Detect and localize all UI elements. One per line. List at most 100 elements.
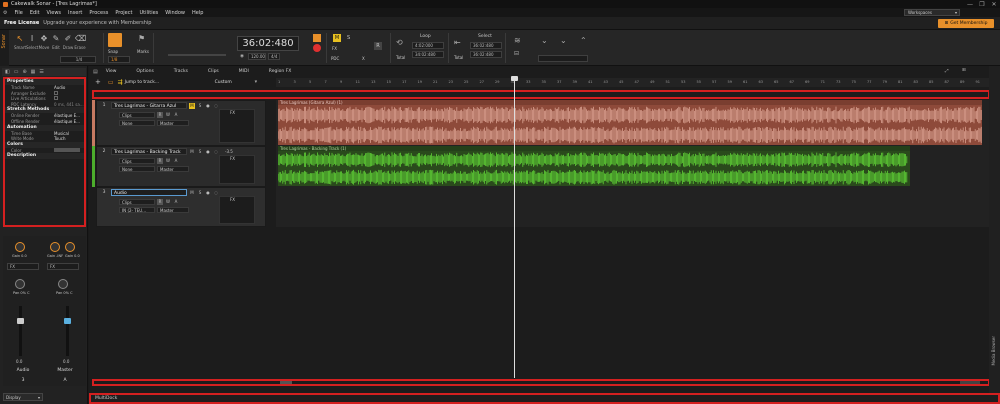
nudge-up-icon[interactable]: ⌃ (580, 36, 587, 45)
read-automation-button[interactable]: R (157, 199, 163, 205)
record-mode-icon[interactable] (313, 44, 321, 52)
gain-knob[interactable] (65, 242, 75, 252)
workspaces-dropdown[interactable]: Workspaces ▾ (904, 9, 960, 16)
menu-process[interactable]: Process (89, 10, 108, 16)
metronome-icon[interactable]: ◉ (240, 54, 244, 59)
snap-value-select[interactable]: 1/8 (108, 56, 130, 63)
x-button[interactable]: X (362, 56, 365, 61)
select-start-field[interactable]: 36:02:480 (470, 42, 502, 49)
time-ruler[interactable]: 1 3 5 7 9 11 13 15 17 19 21 23 25 27 29 31 33 35 37 39 41 43 4… (276, 78, 989, 87)
menu-project[interactable]: Project (115, 10, 132, 16)
solo-button[interactable]: S (197, 149, 203, 155)
tool-erase[interactable]: ⌫ Erase (74, 34, 86, 50)
pan-knob[interactable] (58, 279, 68, 289)
time-display[interactable]: 36:02:480 (237, 36, 299, 51)
mute-all-button[interactable]: M (333, 34, 341, 42)
tv-menu-midi[interactable]: MIDI (239, 69, 249, 74)
mute-button[interactable]: M (189, 102, 195, 109)
aim-assist-icon[interactable]: ⊟ (514, 50, 519, 57)
input-echo-icon[interactable]: ◌ (213, 190, 219, 196)
track-input-select[interactable]: None (119, 120, 155, 126)
menu-help[interactable]: Help (192, 10, 203, 16)
menu-insert[interactable]: Insert (68, 10, 82, 16)
read-automation-button[interactable]: R (157, 112, 163, 118)
track-input-select[interactable]: IN (2- TEU… (119, 207, 155, 213)
track-3[interactable]: 3 Audio M S ● ◌ Clips R W A IN (2- TEU… … (96, 187, 266, 227)
track-mode-select[interactable]: Clips (119, 158, 155, 164)
menu-edit[interactable]: Edit (30, 10, 40, 16)
inspector-tab-track-icon[interactable]: ◧ (5, 69, 10, 75)
input-echo-icon[interactable]: ◌ (213, 149, 219, 155)
tool-smart[interactable]: ↖ Smart (14, 34, 26, 50)
mute-button[interactable]: M (189, 190, 195, 196)
position-slider[interactable] (168, 54, 226, 56)
clip-gitarra-azul[interactable]: Tres Lagrimas (Gitarra Azul) (1) (278, 100, 982, 145)
read-automation-button[interactable]: R (157, 158, 163, 164)
loop-icon[interactable]: ⟲ (396, 38, 403, 47)
input-echo-icon[interactable]: ◌ (213, 103, 219, 109)
record-arm-button[interactable]: R (374, 42, 382, 50)
pdc-button[interactable]: PDC (331, 56, 339, 61)
custom-view-dropdown[interactable]: Custom (215, 80, 255, 85)
arranger-exclude-checkbox[interactable] (54, 90, 58, 95)
close-button[interactable]: ✕ (988, 1, 1000, 8)
display-dropdown[interactable]: Display ▾ (3, 393, 43, 401)
track-output-select[interactable]: Master (157, 207, 189, 213)
tool-draw[interactable]: ✐ Draw (62, 34, 74, 50)
track-fx-bin[interactable]: FX (219, 109, 255, 143)
multidock[interactable]: MultiDock (89, 393, 1000, 404)
nudge-right-icon[interactable]: ⌄ (560, 36, 567, 45)
add-track-icon[interactable]: + (95, 78, 101, 86)
track-name-field[interactable]: Tres Lagrimas - Gitarra Azul (111, 102, 187, 109)
maximize-button[interactable]: ❐ (976, 1, 988, 8)
tv-menu-clips[interactable]: Clips (208, 69, 219, 74)
folder-icon[interactable]: ▭ (108, 79, 114, 86)
tool-edit[interactable]: ✎ Edit (50, 34, 62, 50)
menu-utilities[interactable]: Utilities (139, 10, 158, 16)
horizontal-scroll-thumb[interactable] (280, 381, 292, 384)
snap-grid-mini-icon[interactable]: ⊞ (962, 68, 966, 73)
minimize-button[interactable]: — (964, 1, 976, 8)
settings-gear-icon[interactable]: ⚙ (3, 10, 7, 16)
track-input-select[interactable]: None (119, 166, 155, 172)
section-description[interactable]: Description (5, 153, 84, 160)
tv-menu-view[interactable]: View (106, 69, 117, 74)
jump-to-track-field[interactable]: Jump to track... (125, 80, 215, 85)
automation-icon[interactable]: ≋ (514, 36, 521, 45)
inspector-tab-arranger-icon[interactable]: ▦ (31, 69, 36, 75)
tempo-field[interactable]: 120.00 (247, 53, 266, 60)
mute-button[interactable]: M (189, 149, 195, 155)
nudge-left-icon[interactable]: ⌄ (541, 36, 548, 45)
pan-knob[interactable] (15, 279, 25, 289)
automation-read-icon[interactable]: A (173, 112, 179, 118)
get-membership-button[interactable]: ⊞ Get Membership (938, 19, 994, 28)
live-articulations-checkbox[interactable] (54, 96, 58, 101)
gain-knob[interactable] (15, 242, 25, 252)
write-automation-button[interactable]: W (165, 199, 171, 205)
tv-menu-region-fx[interactable]: Region FX (269, 69, 292, 74)
track-name-field[interactable]: Audio (111, 189, 187, 196)
fx-bypass-button[interactable]: FX (332, 46, 337, 51)
track-mode-select[interactable]: Clips (119, 199, 155, 205)
gain-knob[interactable] (50, 242, 60, 252)
loop-start-field[interactable]: 4:02:000 (412, 42, 444, 49)
track-output-select[interactable]: Master (157, 166, 189, 172)
track-1[interactable]: 1 Tres Lagrimas - Gitarra Azul M S ● ◌ C… (96, 100, 266, 146)
select-end-field[interactable]: 36:02:480 (470, 51, 502, 58)
write-automation-button[interactable]: W (165, 112, 171, 118)
track-fx-bin[interactable]: FX (219, 196, 255, 224)
track-name-field[interactable]: Tres Lagrimas - Backing Track (111, 148, 187, 155)
select-range-icon[interactable]: ⇤ (454, 38, 461, 47)
track-output-select[interactable]: Master (157, 120, 189, 126)
clip-backing-track[interactable]: Tres Lagrimas - Backing Track (1) (278, 146, 910, 186)
solo-button[interactable]: S (197, 103, 203, 109)
loop-end-field[interactable]: 34:02:480 (412, 51, 444, 58)
solo-all-button[interactable]: S (347, 35, 350, 41)
track-fx-bin[interactable]: FX (219, 155, 255, 184)
menu-window[interactable]: Window (165, 10, 185, 16)
inspector-tab-clip-icon[interactable]: ▭ (14, 69, 19, 75)
punch-button[interactable] (313, 34, 321, 42)
tool-select[interactable]: I Select (26, 34, 38, 50)
tool-move[interactable]: ✥ Move (38, 34, 50, 50)
record-arm-icon[interactable]: ● (205, 190, 211, 196)
